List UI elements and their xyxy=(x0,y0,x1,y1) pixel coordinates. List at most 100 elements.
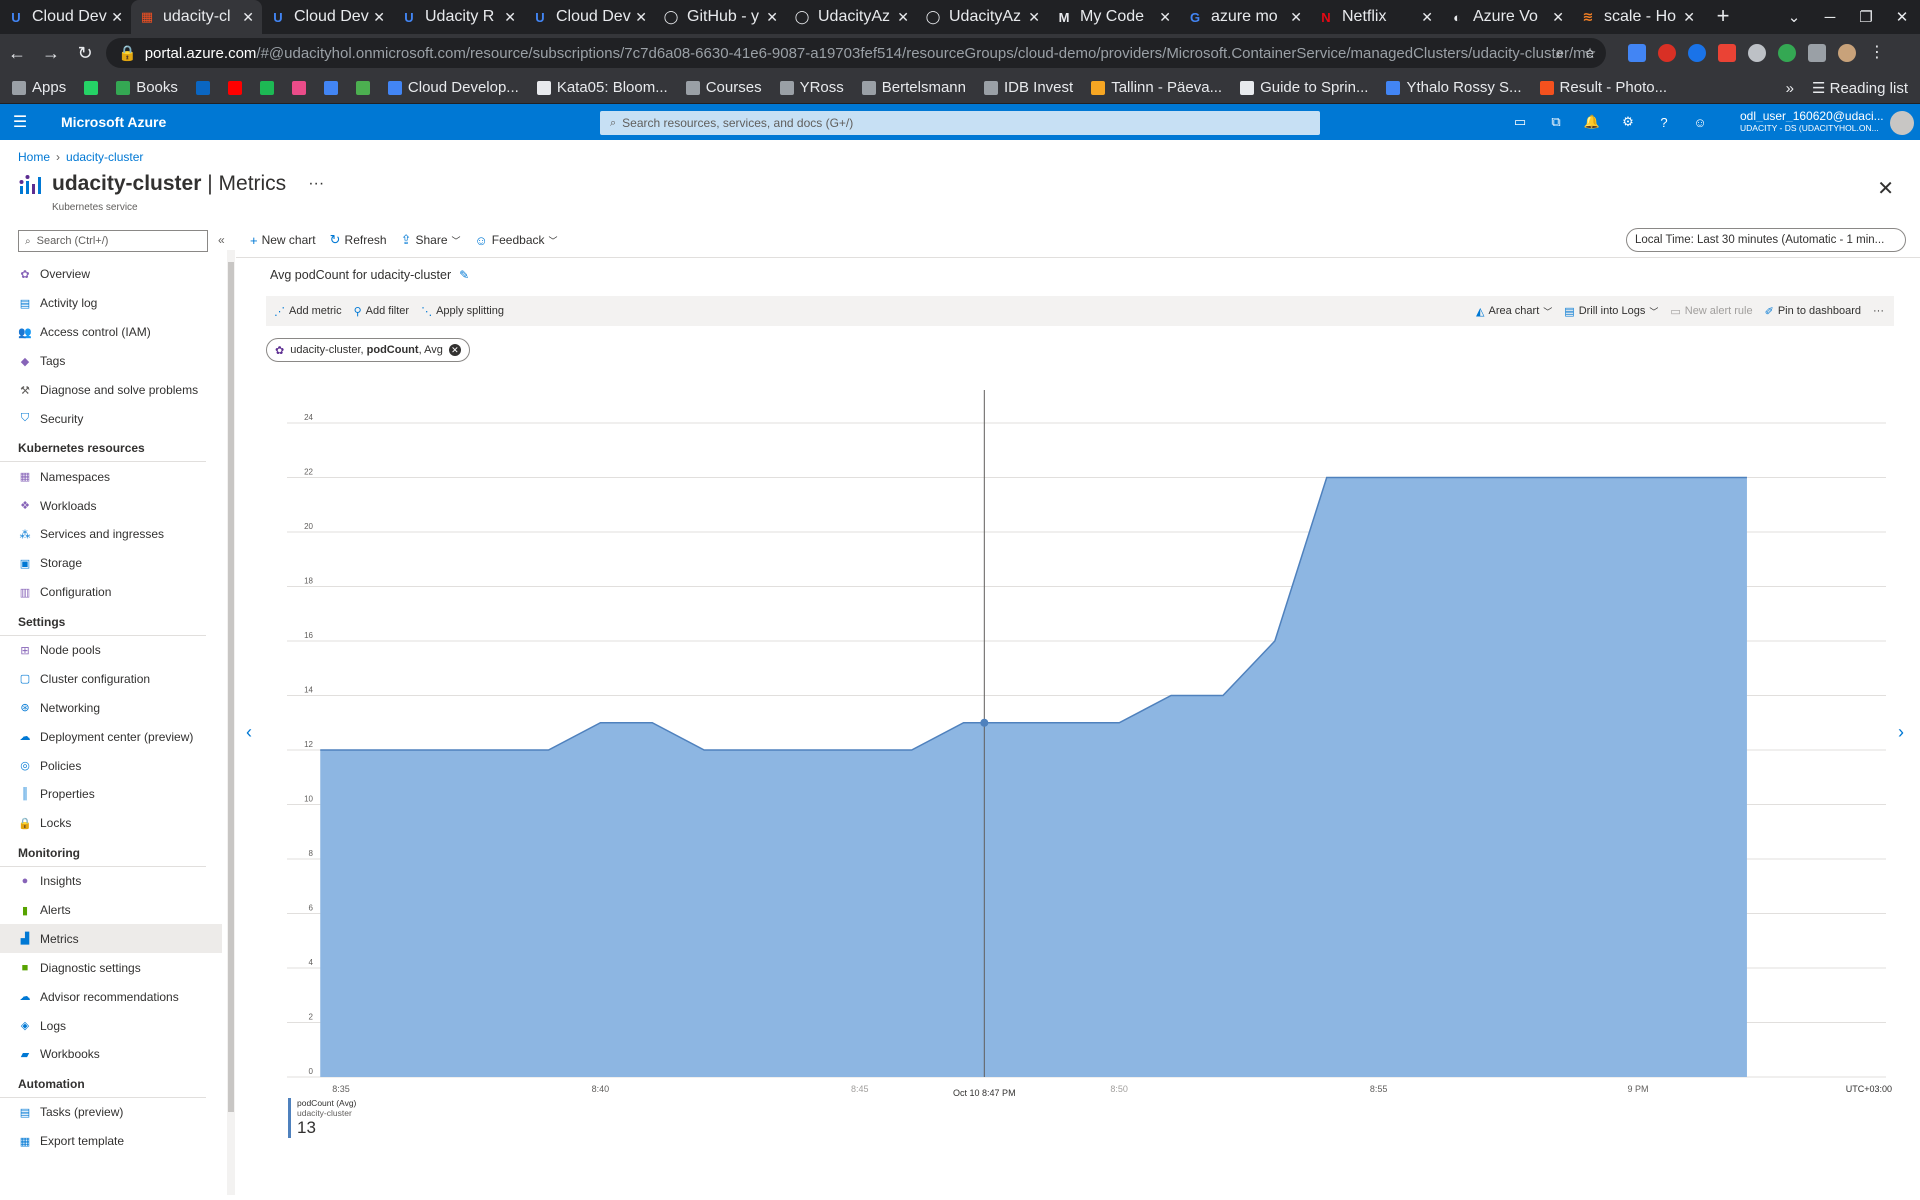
red-extension-icon[interactable] xyxy=(1658,44,1676,62)
menu-item-networking[interactable]: ⊛ Networking xyxy=(0,693,222,722)
share-button[interactable]: ⇪ Share ﹀ xyxy=(401,232,461,248)
azure-brand[interactable]: Microsoft Azure xyxy=(61,114,166,130)
tab-close-icon[interactable]: ✕ xyxy=(635,9,647,26)
menu-item-workloads[interactable]: ❖ Workloads xyxy=(0,491,222,520)
browser-tab[interactable]: ≋ scale - Ho ✕ xyxy=(1572,0,1703,34)
menu-item-workbooks[interactable]: ▰ Workbooks xyxy=(0,1040,222,1069)
bookmark-item[interactable]: Bertelsmann xyxy=(861,79,966,96)
breadcrumb-home[interactable]: Home xyxy=(18,150,50,164)
extension-icon[interactable] xyxy=(1718,44,1736,62)
bookmark-item[interactable] xyxy=(227,80,242,95)
bookmark-item[interactable]: Kata05: Bloom... xyxy=(536,79,668,96)
bookmark-star-icon[interactable]: ☆ xyxy=(1580,45,1600,62)
feedback-button[interactable]: ☺ Feedback ﹀ xyxy=(475,233,558,248)
chart-legend[interactable]: podCount (Avg) udacity-cluster 13 xyxy=(288,1098,356,1138)
menu-item-alerts[interactable]: ▮ Alerts xyxy=(0,896,222,925)
portal-menu-icon[interactable]: ☰ xyxy=(0,112,40,132)
puzzle-icon[interactable] xyxy=(1808,44,1826,62)
dark-mode-extension-icon[interactable] xyxy=(1748,44,1766,62)
metric-pill[interactable]: ✿ udacity-cluster, podCount, Avg ✕ xyxy=(266,338,470,362)
browser-tab[interactable]: N Netflix ✕ xyxy=(1310,0,1441,34)
browser-tab[interactable]: ◯ UdacityAz ✕ xyxy=(786,0,917,34)
edit-pencil-icon[interactable]: ✎ xyxy=(459,268,469,282)
avatar[interactable] xyxy=(1890,111,1914,135)
more-chart-actions-icon[interactable]: ··· xyxy=(1873,305,1884,317)
menu-item-advisor-recommendations[interactable]: ☁ Advisor recommendations xyxy=(0,982,222,1011)
menu-item-export-template[interactable]: ▦ Export template xyxy=(0,1127,222,1156)
browser-tab[interactable]: U Udacity R ✕ xyxy=(393,0,524,34)
drill-into-logs-button[interactable]: ▤ Drill into Logs ﹀ xyxy=(1564,305,1658,318)
menu-item-security[interactable]: ⛉ Security xyxy=(0,404,222,433)
reading-list[interactable]: ☰ Reading list xyxy=(1812,79,1908,97)
bookmark-item[interactable]: Result - Photo... xyxy=(1539,79,1667,96)
close-window-icon[interactable]: ✕ xyxy=(1884,8,1920,26)
bookmark-item[interactable] xyxy=(195,80,210,95)
menu-item-insights[interactable]: ● Insights xyxy=(0,867,222,896)
new-alert-rule-button[interactable]: ▭ New alert rule xyxy=(1670,305,1752,318)
menu-item-metrics[interactable]: ▟ Metrics xyxy=(0,924,222,954)
pan-left-icon[interactable]: ‹ xyxy=(246,722,252,743)
menu-search-input[interactable]: ⌕ Search (Ctrl+/) xyxy=(18,230,208,252)
add-filter-button[interactable]: ⚲ Add filter xyxy=(354,305,409,318)
address-bar[interactable]: 🔒 portal.azure.com/#@udacityhol.onmicros… xyxy=(106,38,1606,68)
browser-tab[interactable]: M My Code ✕ xyxy=(1048,0,1179,34)
menu-item-diagnostic-settings[interactable]: ■ Diagnostic settings xyxy=(0,953,222,982)
more-bookmarks-icon[interactable]: » xyxy=(1786,80,1794,97)
tab-close-icon[interactable]: ✕ xyxy=(504,9,516,26)
more-actions-icon[interactable]: ··· xyxy=(308,175,324,193)
bookmark-item[interactable] xyxy=(259,80,274,95)
menu-item-configuration[interactable]: ▥ Configuration xyxy=(0,578,222,607)
bookmark-item[interactable]: IDB Invest xyxy=(983,79,1073,96)
menu-item-node-pools[interactable]: ⊞ Node pools xyxy=(0,636,222,665)
browser-tab[interactable]: ▦ udacity-cl ✕ xyxy=(131,0,262,34)
browser-tab[interactable]: ◯ UdacityAz ✕ xyxy=(917,0,1048,34)
browser-tab[interactable]: ◯ GitHub - y ✕ xyxy=(655,0,786,34)
menu-item-deployment-center-preview[interactable]: ☁ Deployment center (preview) xyxy=(0,722,222,751)
translate-extension-icon[interactable] xyxy=(1628,44,1646,62)
menu-item-namespaces[interactable]: ▦ Namespaces xyxy=(0,462,222,491)
tab-close-icon[interactable]: ✕ xyxy=(766,9,778,26)
menu-item-locks[interactable]: 🔒 Locks xyxy=(0,809,222,838)
breadcrumb-cluster[interactable]: udacity-cluster xyxy=(66,150,143,164)
menu-item-diagnose-and-solve-problems[interactable]: ⚒ Diagnose and solve problems xyxy=(0,376,222,405)
new-chart-button[interactable]: + New chart xyxy=(250,233,316,248)
menu-item-policies[interactable]: ◎ Policies xyxy=(0,751,222,780)
menu-scrollbar-thumb[interactable] xyxy=(228,262,234,1112)
menu-item-properties[interactable]: ║ Properties xyxy=(0,780,222,809)
menu-item-storage[interactable]: ▣ Storage xyxy=(0,549,222,578)
browser-tab[interactable]: U Cloud Dev ✕ xyxy=(524,0,655,34)
browser-tab[interactable]: ◐ Azure Vo ✕ xyxy=(1441,0,1572,34)
grammarly-extension-icon[interactable] xyxy=(1778,44,1796,62)
tab-close-icon[interactable]: ✕ xyxy=(897,9,909,26)
browser-tab[interactable]: U Cloud Dev ✕ xyxy=(0,0,131,34)
bookmark-item[interactable]: Guide to Sprin... xyxy=(1240,79,1368,96)
tab-close-icon[interactable]: ✕ xyxy=(242,9,254,26)
bookmark-item[interactable]: Books xyxy=(116,79,178,96)
forward-icon[interactable]: → xyxy=(34,43,68,64)
menu-item-tasks-preview[interactable]: ▤ Tasks (preview) xyxy=(0,1098,222,1127)
menu-item-overview[interactable]: ✿ Overview xyxy=(0,260,222,289)
menu-item-activity-log[interactable]: ▤ Activity log xyxy=(0,289,222,318)
bookmark-item[interactable]: YRoss xyxy=(779,79,844,96)
collapse-menu-icon[interactable]: « xyxy=(218,233,225,247)
bookmark-item[interactable] xyxy=(323,80,338,95)
tab-close-icon[interactable]: ✕ xyxy=(1683,9,1695,26)
close-blade-icon[interactable]: ✕ xyxy=(1877,176,1894,201)
new-tab-icon[interactable]: + xyxy=(1703,0,1743,34)
zoom-icon[interactable]: ⌕ xyxy=(1550,45,1570,62)
back-icon[interactable]: ← xyxy=(0,43,34,64)
notifications-icon[interactable]: 🔔 xyxy=(1582,114,1602,130)
settings-gear-icon[interactable]: ⚙ xyxy=(1618,114,1638,130)
menu-item-cluster-configuration[interactable]: ▢ Cluster configuration xyxy=(0,664,222,693)
menu-item-logs[interactable]: ◈ Logs xyxy=(0,1011,222,1040)
menu-item-access-control-iam[interactable]: 👥 Access control (IAM) xyxy=(0,318,222,347)
pin-to-dashboard-button[interactable]: ✐ Pin to dashboard xyxy=(1765,305,1861,318)
global-search-input[interactable]: ⌕ Search resources, services, and docs (… xyxy=(600,111,1320,135)
profile-menu-icon[interactable]: ⌄ xyxy=(1776,8,1812,26)
bookmark-item[interactable]: Tallinn - Päeva... xyxy=(1091,79,1222,96)
tab-close-icon[interactable]: ✕ xyxy=(1552,9,1564,26)
browser-tab[interactable]: U Cloud Dev ✕ xyxy=(262,0,393,34)
refresh-button[interactable]: ↻ Refresh xyxy=(330,232,387,248)
cloud-shell-icon[interactable]: ▭ xyxy=(1510,114,1530,130)
browser-tab[interactable]: Gazure mo ✕ xyxy=(1179,0,1310,34)
